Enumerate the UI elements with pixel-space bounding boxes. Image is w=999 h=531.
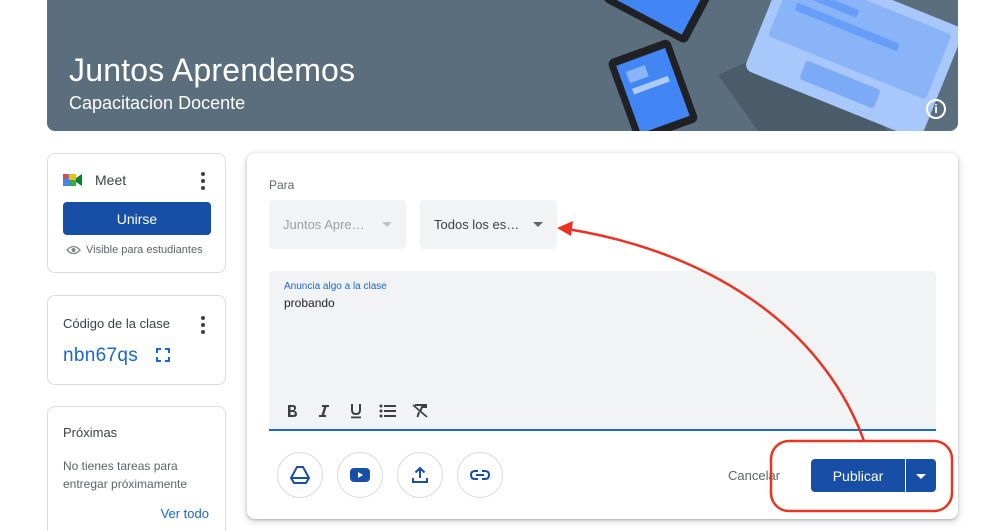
- class-subtitle: Capacitacion Docente: [69, 93, 246, 113]
- meet-card: Meet Unirse Visible para estudiantes: [47, 153, 226, 273]
- class-code-value: nbn67qs: [63, 345, 139, 366]
- class-code-card: Código de la clase nbn67qs: [47, 295, 226, 385]
- meet-more-icon[interactable]: [201, 172, 205, 190]
- meet-header: Meet: [63, 172, 126, 188]
- publish-button[interactable]: Publicar: [811, 459, 905, 492]
- class-code-label: Código de la clase: [63, 316, 170, 331]
- upcoming-title: Próximas: [63, 425, 118, 440]
- join-meet-button[interactable]: Unirse: [63, 202, 211, 235]
- format-toolbar: [281, 401, 431, 421]
- class-select-caret-icon: [382, 222, 392, 227]
- students-select-caret-icon: [533, 222, 543, 227]
- drive-attach-button[interactable]: [277, 452, 323, 498]
- editor-text[interactable]: probando: [284, 296, 335, 310]
- students-select-value: Todos los es…: [434, 217, 520, 232]
- upload-attach-button[interactable]: [397, 452, 443, 498]
- cancel-button[interactable]: Cancelar: [728, 468, 780, 483]
- drive-icon: [290, 466, 310, 484]
- clear-format-icon[interactable]: [409, 401, 431, 421]
- bulleted-list-icon[interactable]: [377, 401, 399, 421]
- students-select[interactable]: Todos los es…: [420, 200, 557, 249]
- info-icon[interactable]: i: [926, 99, 946, 119]
- meet-label: Meet: [95, 172, 127, 188]
- class-title: Juntos Aprendemos: [69, 52, 356, 88]
- announcement-editor[interactable]: Anuncia algo a la clase probando: [269, 271, 936, 431]
- class-banner: Juntos Aprendemos Capacitacion Docente i: [47, 0, 958, 131]
- bold-icon[interactable]: [281, 401, 303, 421]
- meet-icon: [63, 174, 82, 186]
- youtube-icon: [350, 468, 370, 482]
- announcement-composer: Para Juntos Apre… Todos los es… Anuncia …: [247, 153, 958, 519]
- class-select-value: Juntos Apre…: [283, 217, 365, 232]
- link-attach-button[interactable]: [457, 452, 503, 498]
- classroom-page: Juntos Aprendemos Capacitacion Docente i…: [0, 0, 999, 531]
- italic-icon[interactable]: [313, 401, 335, 421]
- banner-illustration: [603, 0, 958, 131]
- upload-icon: [412, 466, 428, 483]
- class-select[interactable]: Juntos Apre…: [269, 200, 406, 249]
- visibility-text: Visible para estudiantes: [86, 244, 203, 256]
- youtube-attach-button[interactable]: [337, 452, 383, 498]
- visibility-note: Visible para estudiantes: [66, 244, 203, 256]
- see-all-link[interactable]: Ver todo: [161, 506, 209, 521]
- fullscreen-icon[interactable]: [156, 348, 170, 362]
- link-icon: [470, 470, 490, 480]
- upcoming-card: Próximas No tienes tareas para entregar …: [47, 406, 226, 531]
- publish-options-chevron-down-icon[interactable]: [906, 459, 936, 492]
- eye-icon: [66, 245, 81, 255]
- upcoming-empty-text: No tienes tareas para entregar próximame…: [63, 459, 188, 491]
- class-code-more-icon[interactable]: [201, 316, 205, 334]
- for-label: Para: [269, 178, 295, 192]
- underline-icon[interactable]: [345, 401, 367, 421]
- editor-label: Anuncia algo a la clase: [284, 281, 387, 292]
